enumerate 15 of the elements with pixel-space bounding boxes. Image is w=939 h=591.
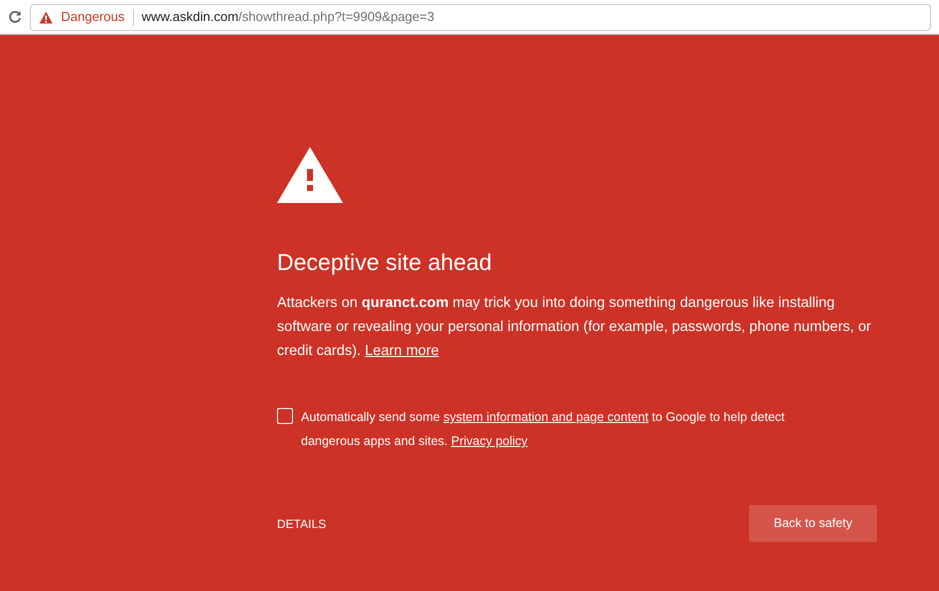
learn-more-link[interactable]: Learn more <box>364 343 439 359</box>
privacy-policy-link[interactable]: Privacy policy <box>451 434 528 448</box>
reload-icon[interactable] <box>8 10 22 24</box>
details-button[interactable]: DETAILS <box>277 514 326 532</box>
warning-icon <box>277 147 343 203</box>
report-checkbox[interactable] <box>277 408 293 424</box>
page-heading: Deceptive site ahead <box>277 248 493 277</box>
warning-paragraph: Attackers on quranct.com may trick you into doing something dangerous like installing software or revealing your personal information (for example, passwords, phone numbers, or credit cards). Learn more <box>277 294 872 361</box>
security-label: Dangerous <box>61 8 125 26</box>
back-to-safety-button[interactable]: Back to safety <box>749 505 877 542</box>
report-text: Automatically send some system information and page content to Google to help detect dangerous apps and sites. Privacy policy <box>301 409 786 450</box>
url-text: www.askdin.com/showthread.php?t=9909&page=3 <box>142 8 434 26</box>
address-bar[interactable]: Dangerous www.askdin.com/showthread.php?t=9909&page=3 <box>30 4 931 30</box>
system-information-link[interactable]: system information and page content <box>443 410 648 424</box>
warning-icon <box>39 10 53 24</box>
